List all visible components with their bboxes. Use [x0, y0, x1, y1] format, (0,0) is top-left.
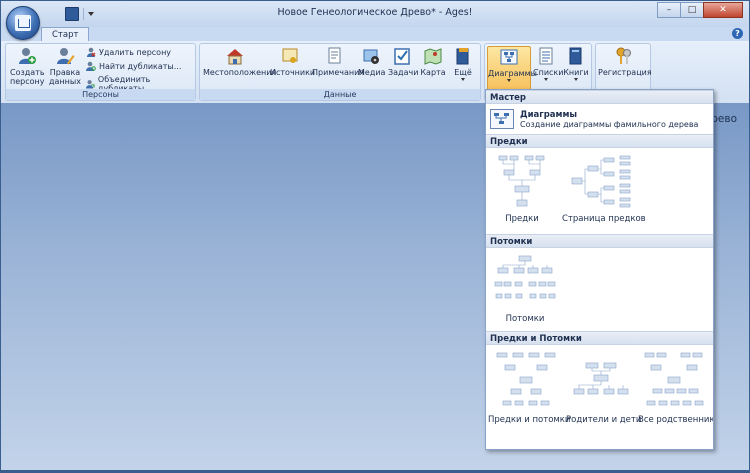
thumb-parents-and-children[interactable]: Родители и дети	[566, 351, 642, 425]
diagrams-dropdown-icon	[507, 79, 511, 82]
books-button[interactable]: Книги	[563, 46, 589, 81]
group-persons: Создать персону Правка данных Удалить пе…	[5, 43, 196, 101]
group-data: Местоположения Источники Примечания Меди…	[199, 43, 481, 101]
media-button[interactable]: Медиа	[358, 46, 386, 77]
media-icon	[363, 49, 379, 64]
lists-dropdown-icon	[544, 78, 548, 81]
find-duplicates-button[interactable]: Найти дубликаты...	[86, 61, 181, 71]
group-label-persons: Персоны	[6, 89, 195, 100]
title-bar: Новое Генеологическое Древо* - Ages! – □…	[1, 1, 749, 27]
books-label: Книги	[563, 68, 589, 77]
certificate-icon	[282, 48, 298, 63]
ancestors-chart-icon	[498, 155, 545, 207]
thumb-descendants-label: Потомки	[505, 314, 545, 324]
tasks-checklist-icon	[394, 48, 410, 65]
group-label-data: Данные	[200, 89, 480, 100]
edit-data-label-1: Правка	[49, 68, 81, 77]
tasks-label: Задачи	[388, 68, 419, 77]
find-duplicates-label: Найти дубликаты...	[99, 61, 182, 71]
registration-button[interactable]: Регистрация	[598, 46, 652, 77]
thumb-parents-and-children-label: Родители и дети	[566, 415, 642, 425]
diagrams-label: Диаграммы	[488, 69, 537, 78]
diagram-wizard-desc: Создание диаграммы фамильного дерева	[520, 119, 699, 129]
both-gallery: Предки и потомки Родители и дети Все род…	[486, 345, 713, 440]
thumb-all-relatives-label: Все родственники	[638, 415, 714, 425]
menu-item-diagram-wizard[interactable]: Диаграммы Создание диаграммы фамильного …	[486, 104, 713, 134]
keys-icon	[616, 47, 631, 64]
menu-header-master: Мастер	[486, 90, 713, 104]
thumb-all-relatives[interactable]: Все родственники	[638, 351, 714, 425]
find-duplicates-icon	[86, 61, 96, 71]
descendants-chart-icon	[494, 255, 556, 299]
media-label: Медиа	[358, 68, 386, 77]
more-label: Ещё	[454, 68, 472, 77]
delete-person-icon	[87, 47, 96, 57]
menu-header-both: Предки и Потомки	[486, 331, 713, 345]
application-menu-button[interactable]	[6, 6, 40, 40]
descendants-gallery: Потомки	[486, 248, 713, 331]
diagram-icon	[500, 49, 518, 65]
ancestors-gallery: Предки Страница предков	[486, 148, 713, 234]
create-person-label-2: персону	[10, 77, 45, 86]
sources-label: Источники	[270, 68, 316, 77]
menu-header-descendants: Потомки	[486, 234, 713, 248]
diagrams-button[interactable]: Диаграммы	[487, 46, 537, 92]
thumb-ancestors-page-label: Страница предков	[562, 214, 646, 224]
merge-duplicates-icon	[86, 80, 95, 89]
delete-person-button[interactable]: Удалить персону	[86, 47, 171, 57]
map-label: Карта	[420, 68, 446, 77]
books-dropdown-icon	[574, 78, 578, 81]
ancestors-page-chart-icon	[571, 155, 631, 208]
close-button[interactable]: ✕	[703, 2, 743, 18]
edit-data-label-2: данных	[49, 77, 81, 86]
create-person-button[interactable]: Создать персону	[10, 46, 45, 86]
app-window: Новое Генеологическое Древо* - Ages! – □…	[0, 0, 750, 473]
more-button[interactable]: Ещё	[450, 46, 476, 81]
locations-label: Местоположения	[203, 68, 277, 77]
app-logo-icon	[15, 15, 31, 31]
diagrams-dropdown-menu: Мастер Диаграммы Создание диаграммы фами…	[485, 89, 714, 450]
all-relatives-chart-icon	[644, 352, 704, 406]
edit-data-button[interactable]: Правка данных	[48, 46, 82, 86]
tasks-button[interactable]: Задачи	[388, 46, 419, 77]
maximize-button[interactable]: □	[680, 2, 704, 18]
edit-person-icon	[57, 48, 75, 65]
thumb-ancestors[interactable]: Предки	[492, 154, 552, 224]
minimize-button[interactable]: –	[657, 2, 681, 18]
tab-start[interactable]: Старт	[41, 27, 90, 42]
book-icon	[569, 47, 582, 65]
help-icon[interactable]: ?	[732, 28, 743, 39]
window-controls: – □ ✕	[657, 2, 743, 18]
map-icon	[424, 48, 442, 65]
thumb-ancestors-page[interactable]: Страница предков	[562, 154, 646, 224]
more-books-icon	[456, 48, 469, 65]
map-button[interactable]: Карта	[420, 46, 446, 77]
thumb-descendants[interactable]: Потомки	[492, 254, 558, 324]
house-icon	[227, 49, 243, 65]
more-dropdown-icon	[461, 78, 465, 81]
sources-button[interactable]: Источники	[270, 46, 315, 77]
thumb-ancestors-and-descendants[interactable]: Предки и потомки	[488, 351, 571, 425]
lists-label: Списки	[533, 68, 564, 77]
lists-icon	[539, 47, 553, 65]
ribbon-tabs: Старт ?	[1, 27, 749, 42]
window-bottom-border	[1, 470, 749, 472]
notes-button[interactable]: Примечания	[312, 46, 364, 77]
add-person-icon	[19, 48, 36, 64]
parents-children-chart-icon	[573, 362, 629, 395]
diagram-wizard-icon	[490, 109, 514, 129]
create-person-label-1: Создать	[10, 68, 45, 77]
thumb-ancestors-label: Предки	[505, 214, 539, 224]
window-title: Новое Генеологическое Древо* - Ages!	[277, 7, 473, 18]
diagram-wizard-title: Диаграммы	[520, 109, 578, 120]
notes-icon	[328, 47, 341, 64]
lists-button[interactable]: Списки	[533, 46, 563, 81]
thumb-ancestors-and-descendants-label: Предки и потомки	[488, 415, 571, 425]
notes-label: Примечания	[312, 68, 365, 77]
ancestors-descendants-chart-icon	[496, 352, 556, 406]
registration-label: Регистрация	[598, 68, 652, 77]
menu-header-ancestors: Предки	[486, 134, 713, 148]
locations-button[interactable]: Местоположения	[203, 46, 276, 77]
delete-person-label: Удалить персону	[99, 47, 172, 57]
